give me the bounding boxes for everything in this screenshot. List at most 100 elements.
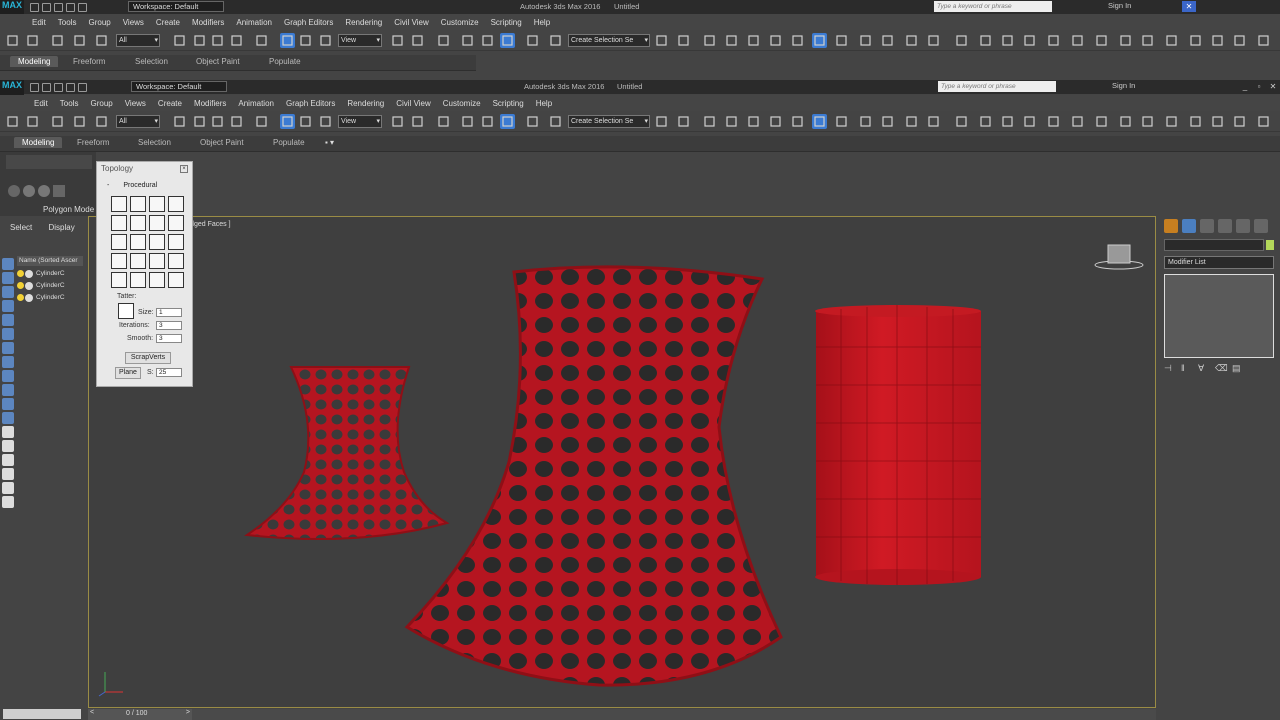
menu-graph-editors[interactable]: Graph Editors: [280, 99, 341, 108]
sky-icon[interactable]: [1046, 114, 1061, 129]
new-icon[interactable]: [30, 82, 39, 92]
pivot-icon[interactable]: [410, 114, 425, 129]
vertex-icon[interactable]: [8, 185, 20, 197]
align-icon[interactable]: [702, 114, 717, 129]
search-input[interactable]: Type a keyword or phrase: [938, 81, 1056, 92]
new-icon[interactable]: [30, 2, 39, 12]
angle-snap-icon[interactable]: [500, 114, 515, 129]
percent-snap-icon[interactable]: [525, 33, 540, 48]
a360-icon[interactable]: [954, 33, 969, 48]
undo-icon[interactable]: [66, 2, 75, 12]
manipulate-icon[interactable]: [436, 114, 451, 129]
render-setup-icon[interactable]: [834, 114, 849, 129]
unlink-icon[interactable]: [72, 114, 87, 129]
ribbon-options-icon[interactable]: ▪ ▾: [325, 138, 334, 147]
snap-icon[interactable]: [480, 114, 495, 129]
modifier-stack[interactable]: [1164, 274, 1274, 358]
pattern-button[interactable]: [111, 272, 127, 288]
close-button[interactable]: ✕: [1266, 81, 1280, 92]
size-spinner[interactable]: 1: [156, 308, 182, 317]
save-icon[interactable]: [54, 2, 63, 12]
graphite-icon[interactable]: [746, 33, 761, 48]
named-selection-dropdown[interactable]: Create Selection Se: [568, 34, 650, 47]
redo-icon[interactable]: [25, 114, 40, 129]
filter-icon[interactable]: [2, 440, 14, 452]
pattern-button[interactable]: [149, 253, 165, 269]
move-icon[interactable]: [280, 114, 295, 129]
keyboard-shortcut-icon[interactable]: [460, 114, 475, 129]
link-icon[interactable]: [50, 33, 65, 48]
menu-rendering[interactable]: Rendering: [339, 18, 388, 27]
rendered-frame-icon[interactable]: [858, 114, 873, 129]
close-icon[interactable]: ×: [180, 165, 188, 173]
menu-customize[interactable]: Customize: [435, 18, 485, 27]
selection-filter-dropdown[interactable]: All: [116, 115, 160, 128]
unlink-icon[interactable]: [72, 33, 87, 48]
menu-help[interactable]: Help: [530, 99, 558, 108]
tool-icon[interactable]: [1188, 114, 1203, 129]
ref-coord-icon[interactable]: [390, 114, 405, 129]
redo-icon[interactable]: [78, 2, 87, 12]
pattern-button[interactable]: [130, 196, 146, 212]
search-input[interactable]: Type a keyword or phrase: [934, 1, 1052, 12]
edge-icon[interactable]: [23, 185, 35, 197]
scene-explorer-icon[interactable]: [978, 114, 993, 129]
graphite-icon[interactable]: [746, 114, 761, 129]
pattern-button[interactable]: [168, 253, 184, 269]
track-bar[interactable]: [192, 709, 1156, 720]
menu-scripting[interactable]: Scripting: [487, 99, 530, 108]
tool-icon[interactable]: [1188, 33, 1203, 48]
keyboard-shortcut-icon[interactable]: [460, 33, 475, 48]
schematic-icon[interactable]: [790, 33, 805, 48]
workspace-dropdown[interactable]: Workspace: Default: [128, 1, 224, 12]
menu-group[interactable]: Group: [82, 18, 116, 27]
rect-select-icon[interactable]: [229, 33, 244, 48]
prev-frame-icon[interactable]: <: [90, 709, 94, 716]
render-icon[interactable]: [880, 33, 895, 48]
light-icon[interactable]: [1000, 114, 1015, 129]
filter-icon[interactable]: [2, 342, 14, 354]
tool-icon[interactable]: [1232, 114, 1247, 129]
menu-create[interactable]: Create: [152, 99, 188, 108]
polygon-icon[interactable]: [53, 185, 65, 197]
edit-named-sel-icon[interactable]: [654, 114, 669, 129]
filter-icon[interactable]: [2, 286, 14, 298]
mirror-icon[interactable]: [676, 114, 691, 129]
undo-icon[interactable]: [5, 114, 20, 129]
plane-button[interactable]: Plane: [115, 367, 141, 379]
layer-icon[interactable]: [724, 114, 739, 129]
scene-row[interactable]: CylinderC: [17, 282, 65, 290]
manipulate-icon[interactable]: [436, 33, 451, 48]
tab-freeform[interactable]: Freeform: [77, 138, 109, 147]
select-by-name-icon[interactable]: [210, 114, 225, 129]
pattern-button[interactable]: [130, 272, 146, 288]
menu-customize[interactable]: Customize: [437, 99, 487, 108]
scale-icon[interactable]: [318, 114, 333, 129]
tab-object-paint[interactable]: Object Paint: [200, 138, 244, 147]
menu-edit[interactable]: Edit: [26, 18, 52, 27]
workspace-dropdown[interactable]: Workspace: Default: [131, 81, 227, 92]
iterations-spinner[interactable]: 3: [156, 321, 182, 330]
pattern-button[interactable]: [130, 234, 146, 250]
material-editor-icon[interactable]: [812, 33, 827, 48]
menu-group[interactable]: Group: [84, 99, 118, 108]
tab-populate[interactable]: Populate: [273, 138, 305, 147]
pattern-button[interactable]: [111, 253, 127, 269]
visibility-icon[interactable]: [25, 270, 33, 278]
menu-scripting[interactable]: Scripting: [485, 18, 528, 27]
menu-tools[interactable]: Tools: [52, 18, 83, 27]
filter-icon[interactable]: [2, 426, 14, 438]
menu-graph-editors[interactable]: Graph Editors: [278, 18, 339, 27]
pattern-button[interactable]: [168, 234, 184, 250]
filter-icon[interactable]: [2, 412, 14, 424]
pattern-button[interactable]: [168, 272, 184, 288]
snap-icon[interactable]: [480, 33, 495, 48]
pin-stack-icon[interactable]: ⊣: [1164, 363, 1174, 373]
object-name-field[interactable]: [1164, 239, 1264, 251]
tab-selection[interactable]: Selection: [135, 57, 168, 66]
visibility-icon[interactable]: [25, 294, 33, 302]
cylinder-object[interactable]: [815, 305, 981, 585]
show-end-result-icon[interactable]: ‖: [1181, 363, 1191, 373]
save-icon[interactable]: [54, 82, 63, 92]
large-lattice-vase[interactable]: [404, 265, 783, 687]
